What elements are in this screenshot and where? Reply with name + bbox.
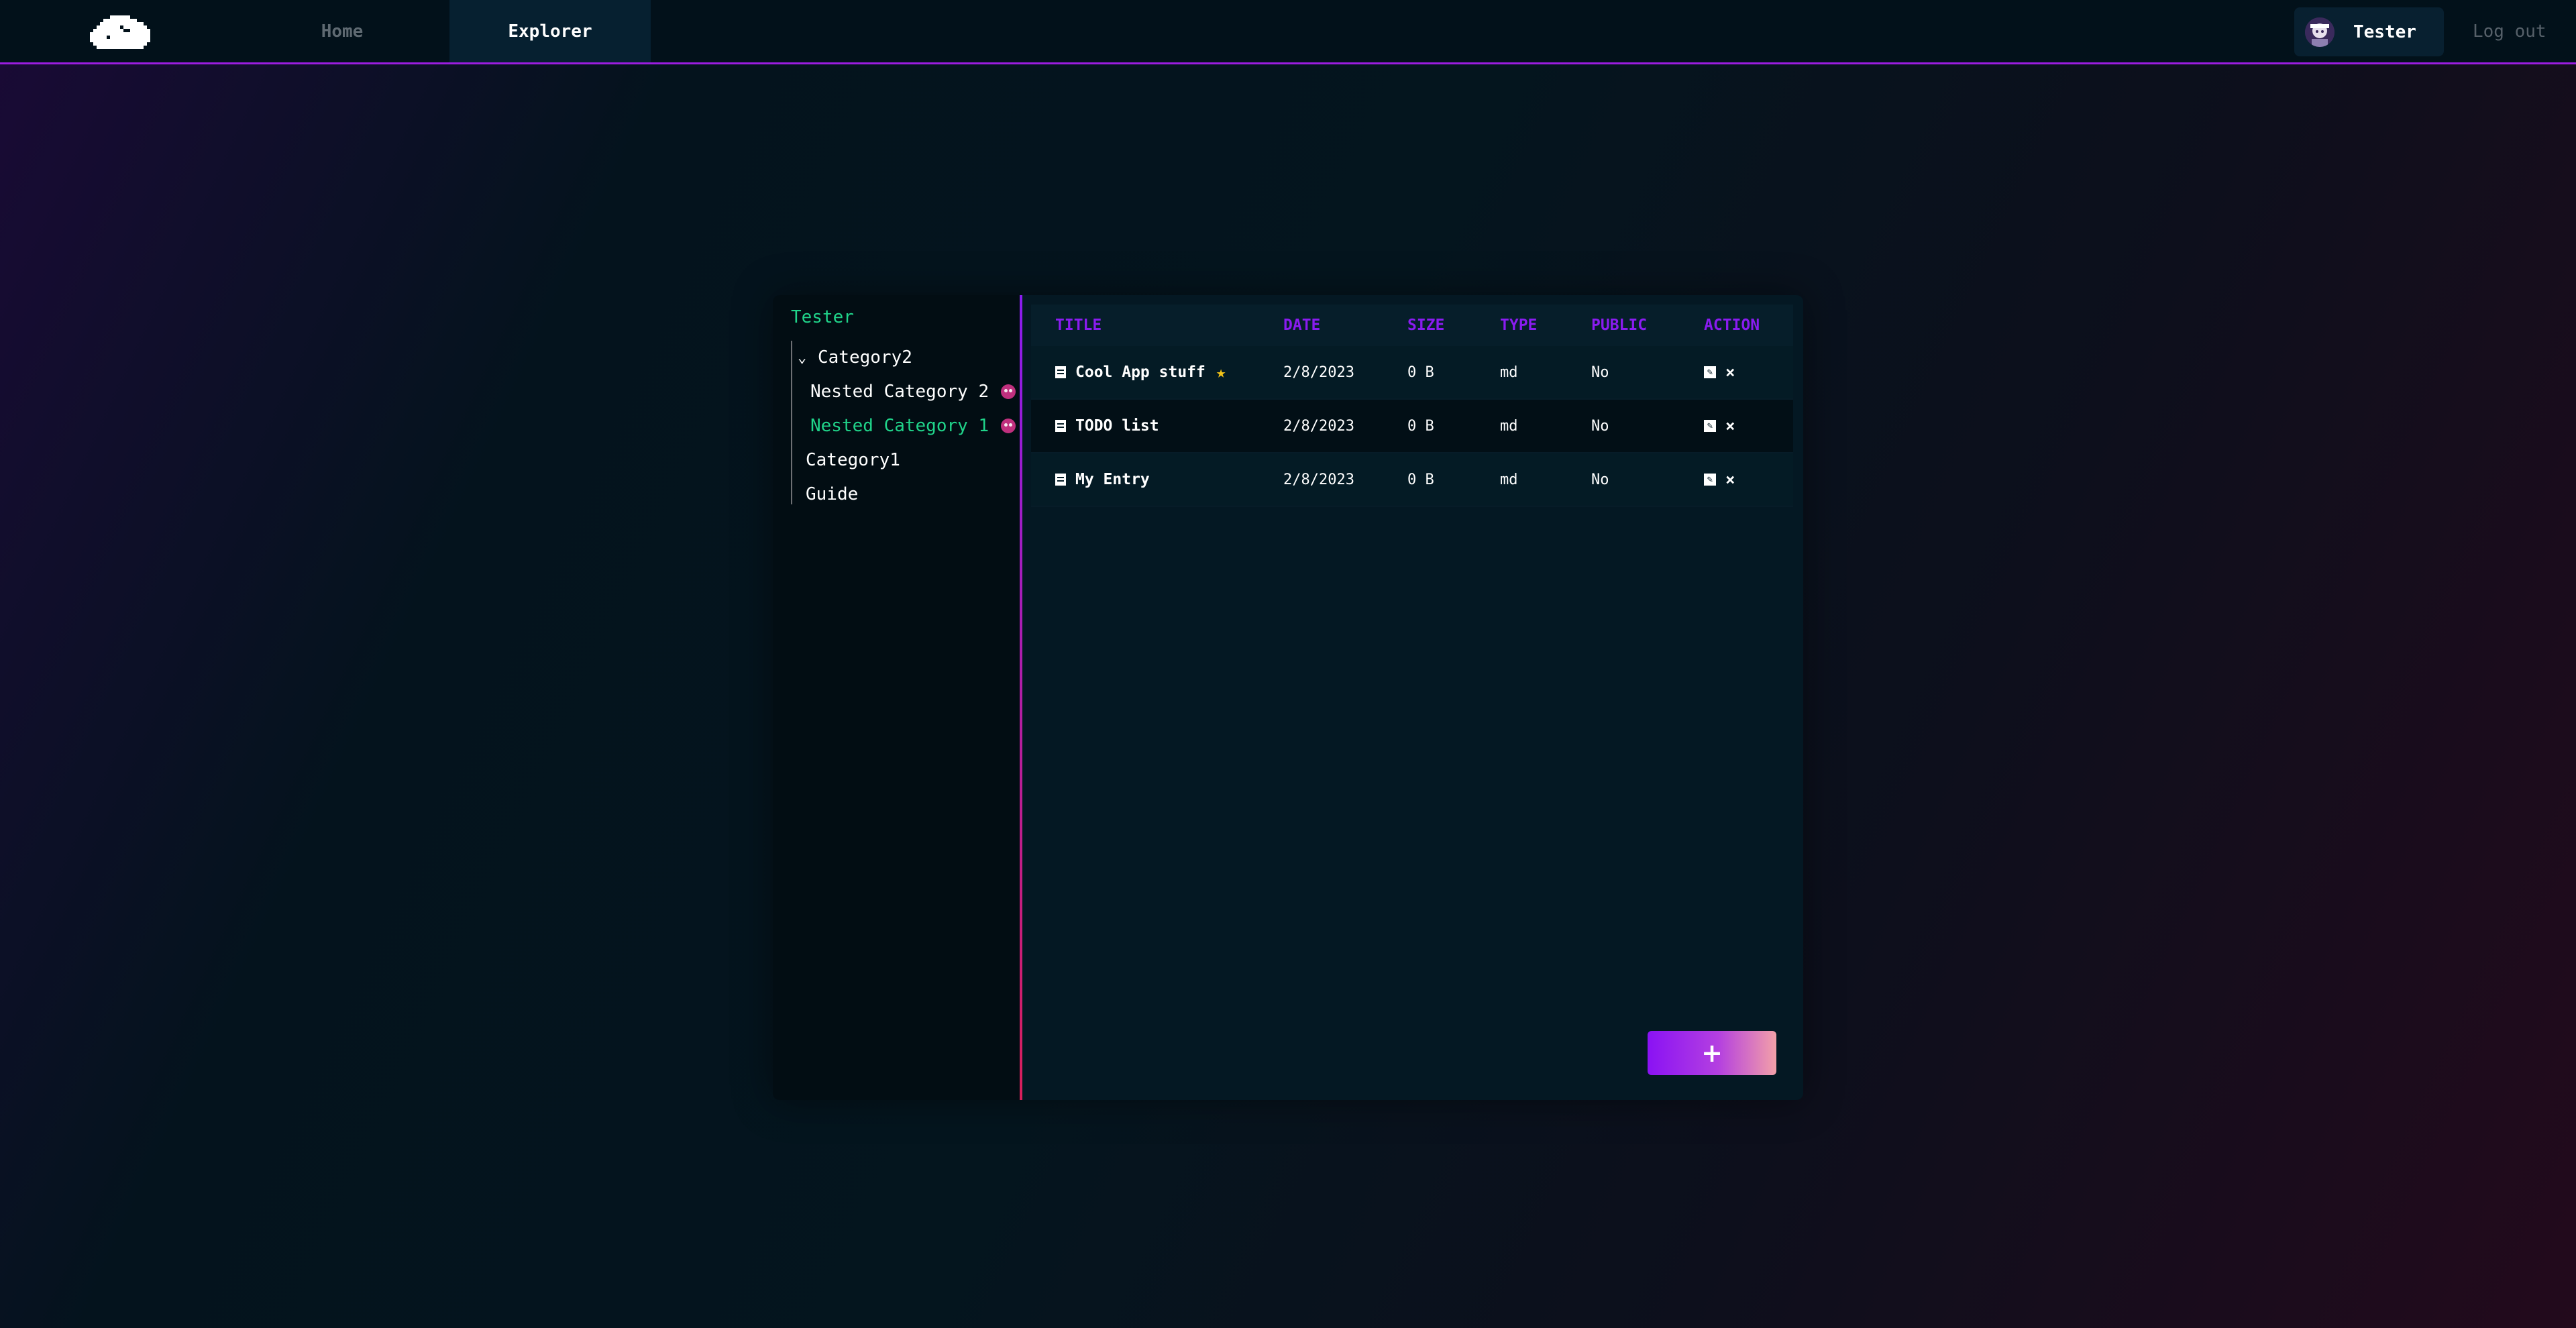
add-entry-button[interactable]: + [1648,1031,1776,1075]
table-row[interactable]: TODO list 2/8/2023 0 B md No ✎ × [1031,400,1793,453]
category-tree-sidebar: Tester ⌄ Category2 Nested Category 2 Nes… [773,295,1022,1100]
close-icon[interactable]: × [1725,363,1735,382]
document-icon [1055,420,1066,432]
tree-item-nested-category-1[interactable]: Nested Category 1 [810,410,1016,441]
entry-public: No [1591,364,1609,381]
column-header-type[interactable]: TYPE [1500,305,1537,346]
star-icon: ★ [1216,363,1226,382]
user-profile-button[interactable]: Tester [2294,7,2444,56]
tree-item-nested-category-2[interactable]: Nested Category 2 [810,376,1016,407]
entry-size: 0 B [1407,364,1434,381]
tree-item-label: Category2 [818,347,912,368]
demon-icon [1001,384,1016,399]
table-row[interactable]: My Entry 2/8/2023 0 B md No ✎ × [1031,453,1793,507]
entry-type: md [1500,417,1518,435]
entry-title: Cool App stuff [1075,364,1205,381]
table-row[interactable]: Cool App stuff ★ 2/8/2023 0 B md No ✎ × [1031,346,1793,400]
entry-type: md [1500,364,1518,381]
tree-item-category1[interactable]: Category1 [806,445,900,476]
document-icon [1055,366,1066,378]
avatar [2305,17,2334,47]
chevron-down-icon[interactable]: ⌄ [798,349,811,366]
entry-title: TODO list [1075,417,1159,435]
top-navbar: Home Explorer Tester Log out [0,0,2576,64]
edit-icon[interactable]: ✎ [1704,420,1716,432]
tree-item-label: Category1 [806,450,900,470]
entry-date: 2/8/2023 [1283,364,1354,381]
entry-size: 0 B [1407,417,1434,435]
entry-public: No [1591,471,1609,488]
column-header-title[interactable]: TITLE [1055,305,1102,346]
document-icon [1055,474,1066,486]
entry-size: 0 B [1407,471,1434,488]
tree-item-guide[interactable]: Guide [806,479,858,510]
edit-icon[interactable]: ✎ [1704,366,1716,378]
entry-actions: ✎ × [1704,453,1735,506]
user-name: Tester [2353,21,2416,42]
entry-title-cell[interactable]: Cool App stuff ★ [1055,346,1226,398]
entry-type: md [1500,471,1518,488]
entries-table: TITLE DATE SIZE TYPE PUBLIC ACTION Cool … [1031,305,1793,507]
tree-item-label: Guide [806,484,859,504]
entry-title: My Entry [1075,471,1150,488]
nav-tab-explorer[interactable]: Explorer [449,0,651,62]
tree-item-label: Nested Category 1 [810,416,989,436]
entry-public: No [1591,417,1609,435]
entry-title-cell[interactable]: My Entry [1055,453,1150,506]
tree-item-category2[interactable]: ⌄ Category2 [798,342,912,373]
nav-tab-home[interactable]: Home [282,0,402,62]
tree-item-label: Nested Category 2 [810,382,989,402]
entry-actions: ✎ × [1704,400,1735,452]
column-header-size[interactable]: SIZE [1407,305,1444,346]
tree-guide-line [791,341,792,504]
edit-icon[interactable]: ✎ [1704,474,1716,486]
explorer-panel: Tester ⌄ Category2 Nested Category 2 Nes… [773,295,1803,1100]
entry-actions: ✎ × [1704,346,1735,398]
entry-title-cell[interactable]: TODO list [1055,400,1159,452]
cloud-logo-icon[interactable] [90,12,150,52]
column-header-date[interactable]: DATE [1283,305,1320,346]
entry-date: 2/8/2023 [1283,417,1354,435]
close-icon[interactable]: × [1725,417,1735,435]
table-header: TITLE DATE SIZE TYPE PUBLIC ACTION [1031,305,1793,346]
close-icon[interactable]: × [1725,470,1735,489]
entry-date: 2/8/2023 [1283,471,1354,488]
demon-icon [1001,419,1016,433]
logout-link[interactable]: Log out [2473,0,2546,62]
column-header-public[interactable]: PUBLIC [1591,305,1647,346]
tree-root-user[interactable]: Tester [791,307,854,327]
column-header-action: ACTION [1704,317,1760,334]
